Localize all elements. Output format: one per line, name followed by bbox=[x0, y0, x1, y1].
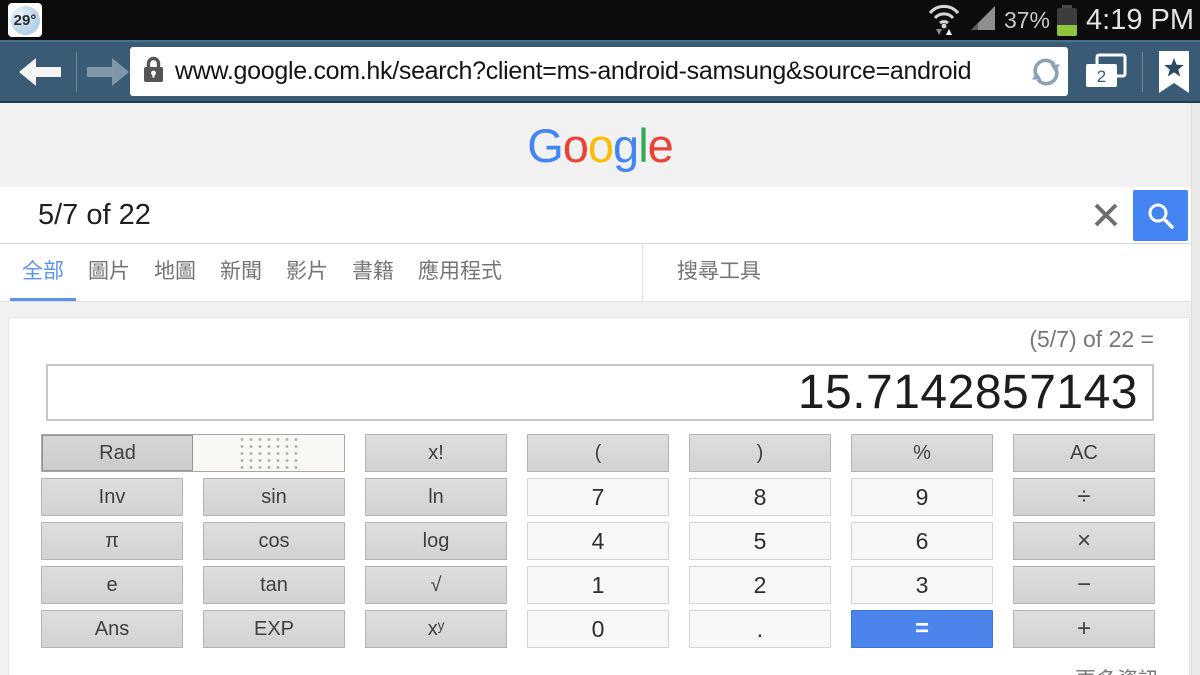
calculator-expression: (5/7) of 22 = bbox=[1029, 326, 1154, 352]
logo-letter: g bbox=[613, 118, 639, 172]
refresh-button[interactable] bbox=[1030, 56, 1062, 88]
key-factorial[interactable]: x! bbox=[365, 434, 507, 472]
bookmark-star-icon bbox=[1159, 51, 1189, 93]
key-6[interactable]: 6 bbox=[851, 522, 993, 560]
lock-icon bbox=[142, 55, 165, 89]
tab-maps[interactable]: 地圖 bbox=[142, 244, 208, 301]
key-ans[interactable]: Ans bbox=[41, 610, 183, 648]
browser-toolbar: www.google.com.hk/search?client=ms-andro… bbox=[0, 40, 1200, 103]
key-pi[interactable]: π bbox=[41, 522, 183, 560]
tab-search-tools[interactable]: 搜尋工具 bbox=[665, 244, 773, 301]
wifi-icon bbox=[926, 0, 962, 41]
key-5[interactable]: 5 bbox=[689, 522, 831, 560]
battery-icon bbox=[1057, 5, 1077, 37]
clear-search-button[interactable] bbox=[1092, 201, 1120, 229]
refresh-icon bbox=[1032, 58, 1060, 85]
key-equals[interactable]: = bbox=[851, 610, 993, 648]
page-content: Google 5/7 of 22 全部 圖片 地圖 新聞 影片 書籍 應用程式 搜尋工具 (… bbox=[0, 103, 1200, 675]
key-power[interactable]: xʸ bbox=[365, 610, 507, 648]
tabs-button[interactable]: 2 bbox=[1080, 53, 1132, 89]
tab-all[interactable]: 全部 bbox=[10, 244, 76, 301]
key-multiply[interactable]: × bbox=[1013, 522, 1155, 560]
calculator-display[interactable]: 15.7142857143 bbox=[46, 364, 1154, 421]
logo-letter: l bbox=[638, 118, 649, 172]
key-open-paren[interactable]: ( bbox=[527, 434, 669, 472]
svg-text:2: 2 bbox=[1097, 67, 1106, 86]
google-logo[interactable]: Google bbox=[527, 118, 674, 173]
key-rad[interactable]: Rad bbox=[42, 435, 193, 471]
search-bar: 5/7 of 22 bbox=[0, 187, 1200, 244]
battery-percent: 37% bbox=[1003, 6, 1050, 33]
key-exp[interactable]: EXP bbox=[203, 610, 345, 648]
key-ln[interactable]: ln bbox=[365, 478, 507, 516]
key-e[interactable]: e bbox=[41, 566, 183, 604]
close-icon bbox=[1094, 203, 1118, 227]
cell-signal-icon bbox=[969, 4, 997, 37]
key-percent[interactable]: % bbox=[851, 434, 993, 472]
key-1[interactable]: 1 bbox=[527, 566, 669, 604]
rad-deg-toggle: Rad bbox=[41, 434, 345, 472]
key-sin[interactable]: sin bbox=[203, 478, 345, 516]
url-bar[interactable]: www.google.com.hk/search?client=ms-andro… bbox=[130, 47, 1068, 96]
toolbar-separator bbox=[1142, 52, 1143, 92]
weather-temp: 29° bbox=[13, 11, 37, 29]
key-9[interactable]: 9 bbox=[851, 478, 993, 516]
tab-apps[interactable]: 應用程式 bbox=[406, 244, 514, 301]
key-all-clear[interactable]: AC bbox=[1013, 434, 1155, 472]
logo-letter: G bbox=[527, 118, 564, 172]
dot-grid-icon bbox=[234, 436, 303, 470]
calculator-card: (5/7) of 22 = 15.7142857143 Rad x! ()% AC In… bbox=[8, 317, 1190, 675]
status-bar: 29° 37% 4:19 PM bbox=[0, 0, 1200, 40]
tabs-separator bbox=[642, 244, 643, 302]
key-close-paren[interactable]: ) bbox=[689, 434, 831, 472]
forward-arrow-icon bbox=[87, 58, 129, 86]
search-input[interactable]: 5/7 of 22 bbox=[38, 187, 151, 243]
key-sqrt[interactable]: √ bbox=[365, 566, 507, 604]
key-cos[interactable]: cos bbox=[203, 522, 345, 560]
key-3[interactable]: 3 bbox=[851, 566, 993, 604]
key-divide[interactable]: ÷ bbox=[1013, 478, 1155, 516]
key-8[interactable]: 8 bbox=[689, 478, 831, 516]
back-button[interactable] bbox=[16, 55, 64, 89]
search-tabs: 全部 圖片 地圖 新聞 影片 書籍 應用程式 搜尋工具 bbox=[0, 244, 1200, 302]
scrollbar[interactable] bbox=[1191, 103, 1200, 675]
status-clock: 4:19 PM bbox=[1086, 3, 1194, 36]
tab-videos[interactable]: 影片 bbox=[274, 244, 340, 301]
calculator-keypad: Rad x! ()% AC Inv sin ln 7 8 9 ÷ π cos log 4 5 6 × e tan √ 1 2… bbox=[41, 434, 1155, 648]
key-plus[interactable]: + bbox=[1013, 610, 1155, 648]
weather-widget[interactable]: 29° bbox=[8, 3, 42, 37]
logo-letter: o bbox=[562, 118, 589, 172]
key-deg[interactable] bbox=[193, 435, 344, 471]
search-icon bbox=[1148, 203, 1174, 229]
key-2[interactable]: 2 bbox=[689, 566, 831, 604]
key-tan[interactable]: tan bbox=[203, 566, 345, 604]
key-4[interactable]: 4 bbox=[527, 522, 669, 560]
tab-books[interactable]: 書籍 bbox=[340, 244, 406, 301]
search-button[interactable] bbox=[1133, 190, 1188, 241]
key-0[interactable]: 0 bbox=[527, 610, 669, 648]
logo-letter: o bbox=[587, 118, 614, 172]
key-log[interactable]: log bbox=[365, 522, 507, 560]
logo-letter: e bbox=[647, 118, 674, 172]
key-7[interactable]: 7 bbox=[527, 478, 669, 516]
key-minus[interactable]: − bbox=[1013, 566, 1155, 604]
url-text: www.google.com.hk/search?client=ms-andro… bbox=[175, 57, 972, 85]
forward-button[interactable] bbox=[84, 55, 132, 89]
back-arrow-icon bbox=[19, 58, 61, 86]
key-decimal[interactable]: . bbox=[689, 610, 831, 648]
toolbar-separator bbox=[76, 52, 77, 92]
key-inv[interactable]: Inv bbox=[41, 478, 183, 516]
tabs-icon: 2 bbox=[1086, 53, 1127, 87]
tab-images[interactable]: 圖片 bbox=[76, 244, 142, 301]
bookmark-button[interactable] bbox=[1150, 50, 1198, 96]
tab-news[interactable]: 新聞 bbox=[208, 244, 274, 301]
more-info-link[interactable]: 更多資訊 bbox=[1075, 664, 1159, 675]
